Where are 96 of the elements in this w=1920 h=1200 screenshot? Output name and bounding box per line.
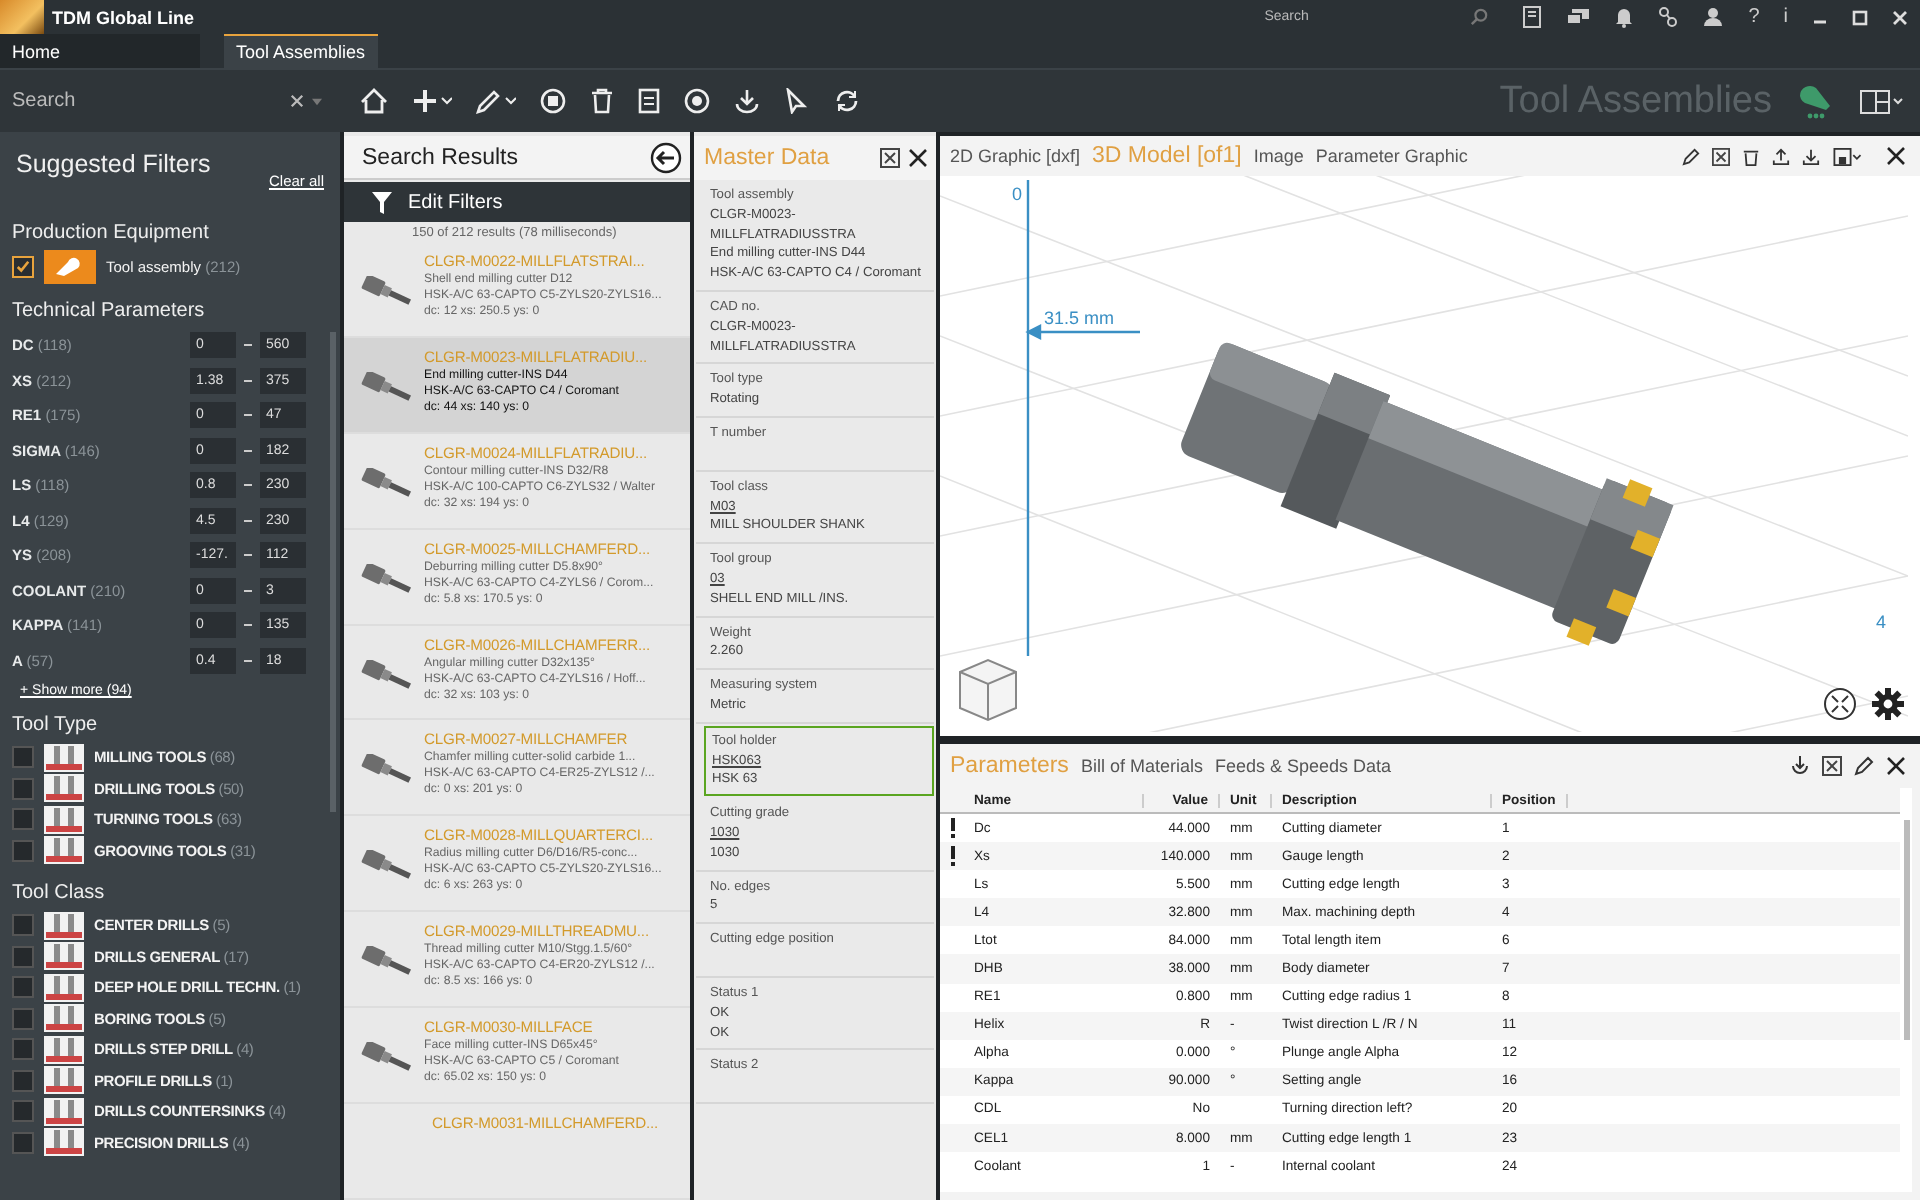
- checkbox[interactable]: [12, 1007, 34, 1030]
- section-title: Tool Class: [12, 882, 107, 904]
- checkbox[interactable]: [12, 1069, 34, 1092]
- checkbox[interactable]: [12, 1100, 34, 1123]
- axis-label: 4: [1876, 612, 1887, 632]
- expand-icon[interactable]: [880, 148, 900, 168]
- warning-mark-icon: [949, 818, 955, 839]
- refresh-icon[interactable]: [834, 88, 860, 114]
- tool-thumbnail-icon: [44, 743, 84, 772]
- dimension-label: 31.5 mm: [1044, 308, 1115, 328]
- search-field[interactable]: Search: [12, 84, 332, 118]
- master-data-title: Master Data: [704, 146, 832, 170]
- home-icon[interactable]: [360, 88, 388, 114]
- user-icon[interactable]: [1702, 6, 1725, 28]
- view-tab[interactable]: Image: [1253, 146, 1304, 166]
- pencil-icon[interactable]: [476, 88, 516, 114]
- checkbox[interactable]: [12, 256, 34, 278]
- pencil-icon[interactable]: [1854, 756, 1874, 776]
- tool-thumbnail-icon: [44, 805, 84, 834]
- tool-holder-icon: [360, 850, 416, 883]
- scrollbar[interactable]: [1904, 820, 1910, 1040]
- trash-icon[interactable]: [1742, 147, 1760, 165]
- checkbox[interactable]: [12, 1131, 34, 1154]
- tool-thumbnail-icon: [44, 911, 84, 940]
- filters-title: Suggested Filters: [16, 150, 211, 178]
- tool-thumbnail-icon: [44, 774, 84, 803]
- panel-tab[interactable]: Feeds & Speeds Data: [1214, 756, 1392, 776]
- tool-thumbnail-icon: [44, 1066, 84, 1095]
- tool-holder-icon: [360, 946, 416, 979]
- tool-holder-icon: [360, 754, 416, 787]
- settings-icon[interactable]: [1872, 688, 1904, 720]
- view-tab[interactable]: 2D Graphic [dxf]: [950, 146, 1081, 166]
- tool-thumbnail-icon: [44, 973, 84, 1002]
- tool-holder-icon: [360, 563, 416, 596]
- close-icon[interactable]: [908, 148, 928, 168]
- axis-label: 0: [1012, 184, 1023, 204]
- filter-icon: [372, 191, 392, 214]
- results-title: Search Results: [362, 145, 518, 170]
- drill-icon: [1796, 83, 1836, 119]
- chat-icon[interactable]: [1566, 7, 1591, 27]
- tool-thumbnail-icon: [44, 1128, 84, 1157]
- warning-mark-icon: [949, 846, 955, 867]
- checkbox[interactable]: [12, 945, 34, 968]
- bell-icon[interactable]: [1614, 6, 1635, 28]
- app-logo-icon: [0, 0, 44, 34]
- view-cube-icon: [959, 658, 1017, 722]
- fit-view-icon[interactable]: [1824, 688, 1856, 720]
- download-icon[interactable]: [1802, 147, 1820, 165]
- tool-holder-icon: [360, 275, 416, 308]
- tool-holder-icon: [360, 1042, 416, 1075]
- help-button[interactable]: ?: [1748, 5, 1760, 29]
- close-icon[interactable]: [1886, 146, 1906, 166]
- caret-icon[interactable]: [312, 98, 322, 106]
- download-icon[interactable]: [1790, 756, 1810, 776]
- checkbox[interactable]: [12, 839, 34, 862]
- tool-assembly-icon: [44, 250, 96, 284]
- close-icon[interactable]: [1886, 756, 1906, 776]
- pencil-icon[interactable]: [1682, 147, 1700, 165]
- layout-icon[interactable]: [1860, 89, 1904, 113]
- tool-holder-icon: [360, 467, 416, 500]
- tool-holder-icon: [360, 659, 416, 692]
- section-title: Technical Parameters: [12, 300, 207, 322]
- checkbox[interactable]: [12, 777, 34, 800]
- tool-thumbnail-icon: [44, 1097, 84, 1126]
- tool-thumbnail-icon: [44, 942, 84, 971]
- tool-thumbnail-icon: [44, 1035, 84, 1064]
- clear-icon[interactable]: [290, 94, 304, 108]
- checkbox[interactable]: [12, 914, 34, 937]
- panel-tab[interactable]: Bill of Materials: [1080, 756, 1203, 776]
- checkbox[interactable]: [12, 746, 34, 769]
- info-button[interactable]: i: [1783, 5, 1788, 29]
- app-tab[interactable]: Home: [0, 34, 200, 68]
- add-icon[interactable]: [412, 88, 452, 114]
- section-title: Tool Type: [12, 714, 100, 736]
- save-icon[interactable]: [1832, 147, 1862, 165]
- upload-icon[interactable]: [1772, 147, 1790, 165]
- circles-icon[interactable]: [684, 88, 710, 114]
- pointer-icon[interactable]: [784, 88, 810, 114]
- maximize-icon[interactable]: [1852, 9, 1868, 25]
- edit-filters-button[interactable]: Edit Filters: [344, 182, 690, 222]
- tool-thumbnail-icon: [44, 1004, 84, 1033]
- search-icon: [1470, 8, 1489, 26]
- view-tab[interactable]: Parameter Graphic: [1315, 146, 1468, 166]
- tool-holder-icon: [360, 371, 416, 404]
- network-icon[interactable]: [1658, 6, 1679, 28]
- document-icon[interactable]: [1522, 6, 1543, 28]
- checkbox[interactable]: [12, 808, 34, 831]
- checkbox[interactable]: [12, 976, 34, 999]
- back-icon[interactable]: [650, 141, 682, 174]
- app-title: TDM Global Line: [52, 7, 194, 27]
- section-title: Production Equipment: [12, 222, 211, 244]
- expand-icon[interactable]: [1712, 147, 1730, 165]
- checkbox[interactable]: [12, 1038, 34, 1061]
- tool-thumbnail-icon: [44, 836, 84, 865]
- app-tab[interactable]: Tool Assemblies: [224, 34, 378, 68]
- expand-icon[interactable]: [1822, 756, 1842, 776]
